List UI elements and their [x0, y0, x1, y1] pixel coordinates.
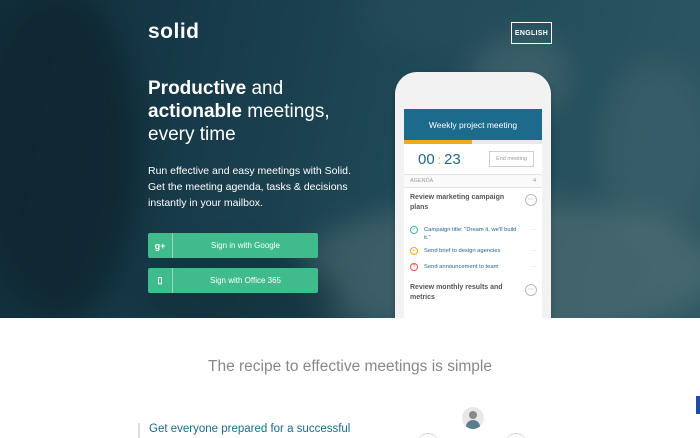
timer-row: 00:23 End meeting	[404, 144, 542, 174]
task-item[interactable]: ✓ Campaign title: "Dream it, we'll build…	[404, 226, 542, 247]
language-button[interactable]: ENGLISH	[511, 22, 552, 44]
hero-section: solid ENGLISH Productive and actionable …	[0, 0, 700, 318]
phone-mockup: Weekly project meeting 00:23 End meeting…	[395, 72, 551, 318]
office-icon: ▯	[148, 268, 173, 293]
task-text: Campaign title: "Dream it, we'll build i…	[424, 227, 517, 241]
connector-arc	[418, 433, 438, 438]
agenda-item-title: Review monthly results and metrics	[410, 284, 503, 301]
check-icon: ✓	[410, 226, 418, 234]
hero-headline: Productive and actionable meetings, ever…	[148, 78, 330, 145]
agenda-header: AGENDA 4	[404, 174, 542, 188]
task-item[interactable]: • Send brief to design agencies ···	[404, 247, 542, 263]
google-signin-button[interactable]: g+ Sign in with Google	[148, 233, 318, 258]
agenda-item[interactable]: Review monthly results and metrics ···	[404, 279, 542, 303]
agenda-label: AGENDA	[410, 178, 434, 184]
pending-icon: •	[410, 247, 418, 255]
meeting-progress-bar	[404, 140, 542, 144]
solid-logo[interactable]: solid	[148, 20, 200, 44]
more-icon[interactable]: ···	[530, 263, 536, 271]
phone-screen: Weekly project meeting 00:23 End meeting…	[404, 109, 542, 318]
google-plus-icon: g+	[148, 233, 173, 258]
office365-signin-button[interactable]: ▯ Sign with Office 365	[148, 268, 318, 293]
agenda-count: 4	[532, 178, 536, 184]
connector-arc	[506, 433, 526, 438]
google-signin-label: Sign in with Google	[211, 241, 280, 250]
task-text: Send brief to design agencies	[424, 248, 501, 254]
agenda-item[interactable]: Review marketing campaign plans ···	[404, 188, 542, 226]
meeting-timer: 00:23	[418, 150, 461, 168]
feedback-tab[interactable]	[696, 396, 700, 414]
end-meeting-button[interactable]: End meeting	[489, 151, 534, 167]
feature-heading: Get everyone prepared for a successful	[138, 423, 350, 438]
meeting-title: Weekly project meeting	[404, 109, 542, 140]
more-options-icon[interactable]: ···	[525, 194, 537, 206]
avatar	[462, 407, 484, 429]
task-text: Send announcement to team	[424, 264, 499, 270]
more-icon[interactable]: ···	[530, 226, 536, 234]
hero-subtext: Run effective and easy meetings with Sol…	[148, 165, 351, 209]
more-options-icon[interactable]: ···	[525, 284, 537, 296]
office365-signin-label: Sign with Office 365	[209, 276, 281, 285]
task-item[interactable]: ? Send announcement to team ···	[404, 263, 542, 279]
recipe-heading: The recipe to effective meetings is simp…	[207, 358, 492, 375]
more-icon[interactable]: ···	[530, 247, 536, 255]
agenda-item-title: Review marketing campaign plans	[410, 194, 505, 211]
question-icon: ?	[410, 263, 418, 271]
